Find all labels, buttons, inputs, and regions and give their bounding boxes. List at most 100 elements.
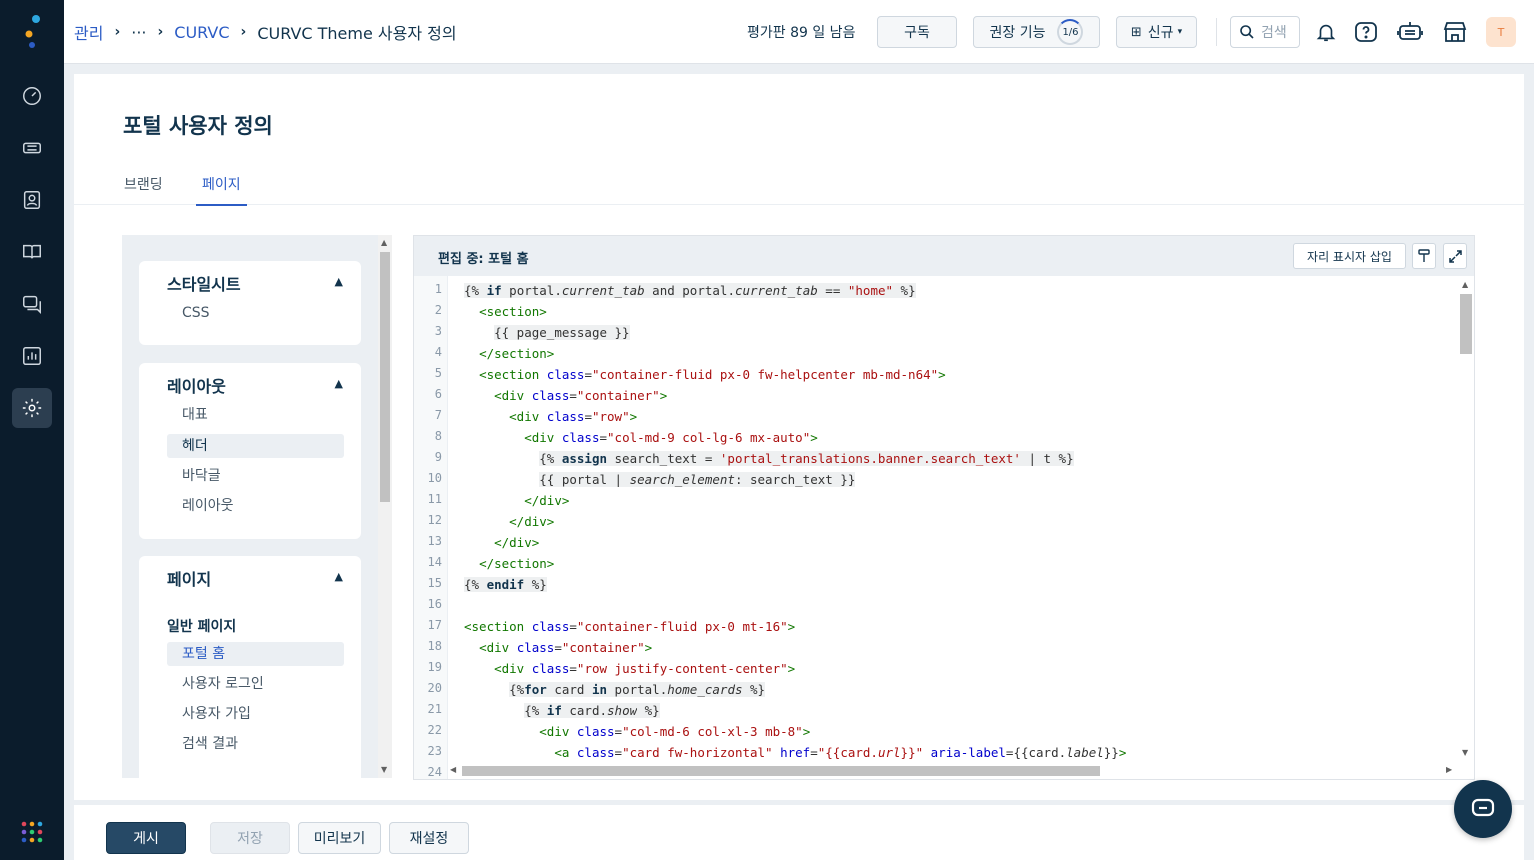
scrollbar-thumb[interactable] — [462, 766, 1100, 776]
code-token: card. — [561, 703, 608, 718]
tree-item-main[interactable]: 대표 — [167, 403, 344, 427]
scroll-right-arrow-icon[interactable]: ▶ — [1446, 765, 1452, 774]
marketplace-store-icon[interactable] — [1441, 18, 1469, 46]
recommended-features-button[interactable]: 권장 기능 1/6 — [973, 16, 1100, 48]
page-tree-panel: 스타일시트 ▲ CSS 레이아웃 ▲ 대표 헤더 바닥글 레이아웃 페이지 ▲ … — [122, 235, 392, 778]
avatar[interactable]: T — [1486, 17, 1516, 47]
code-token: "container-fluid px-0 fw-helpcenter mb-m… — [591, 367, 939, 382]
plus-square-icon: ⊞ — [1130, 24, 1142, 40]
ticket-icon[interactable] — [12, 128, 52, 168]
line-number: 16 — [427, 597, 442, 611]
code-token: <section — [479, 367, 547, 382]
setup-progress: 1/6 — [1057, 19, 1084, 45]
subscribe-button[interactable]: 구독 — [877, 16, 957, 48]
chevron-up-icon[interactable]: ▲ — [335, 275, 343, 288]
new-label: 신규 — [1147, 25, 1174, 41]
code-token: </div> — [509, 514, 555, 529]
code-token: aria-label — [930, 745, 1006, 760]
tree-item-search-results[interactable]: 검색 결과 — [167, 732, 344, 756]
code-line: </section> — [464, 553, 554, 574]
scroll-down-arrow-icon[interactable]: ▼ — [381, 765, 387, 774]
app-switcher-icon[interactable] — [20, 820, 44, 844]
breadcrumb-curvc[interactable]: CURVC — [174, 23, 229, 42]
chevron-up-icon[interactable]: ▲ — [335, 377, 343, 390]
code-line: {%for card in portal.home_cards %} — [464, 679, 766, 700]
code-token: current_tab — [734, 283, 818, 298]
pages-title[interactable]: 페이지 — [167, 566, 211, 590]
code-token: | t %} — [1020, 451, 1074, 466]
tab-bar: 브랜딩 페이지 — [74, 170, 1524, 206]
code-line: <div class="container"> — [464, 637, 652, 658]
breadcrumb-admin[interactable]: 관리 — [74, 20, 103, 44]
analytics-icon[interactable] — [12, 336, 52, 376]
scroll-up-arrow-icon[interactable]: ▲ — [381, 238, 387, 247]
code-token: > — [810, 430, 818, 445]
line-number: 18 — [427, 639, 442, 653]
tab-branding[interactable]: 브랜딩 — [124, 174, 163, 204]
tree-item-header[interactable]: 헤더 — [167, 434, 344, 458]
code-line: {{ portal | search_element: search_text … — [464, 469, 856, 490]
help-icon[interactable] — [1352, 18, 1380, 46]
scroll-down-arrow-icon[interactable]: ▼ — [1462, 748, 1468, 757]
reset-button[interactable]: 재설정 — [389, 822, 469, 854]
bot-icon[interactable] — [1396, 18, 1424, 46]
chevron-up-icon[interactable]: ▲ — [335, 570, 343, 583]
search-icon — [1240, 25, 1254, 39]
knowledge-base-icon[interactable] — [12, 232, 52, 272]
tree-item-portal-home[interactable]: 포털 홈 — [167, 642, 344, 666]
breadcrumb-ellipsis[interactable]: ··· — [131, 23, 146, 42]
stylesheet-group: 스타일시트 ▲ CSS — [139, 261, 361, 345]
scrollbar-thumb[interactable] — [1460, 294, 1472, 354]
code-token: > — [787, 619, 796, 634]
layout-title[interactable]: 레이아웃 — [167, 373, 226, 397]
code-token: = — [599, 430, 608, 445]
app-logo[interactable] — [18, 14, 46, 50]
tree-item-user-login[interactable]: 사용자 로그인 — [167, 672, 344, 696]
code-line: <section> — [464, 301, 547, 322]
editor-title: 편집 중: 포털 홈 — [438, 252, 529, 267]
expand-icon[interactable] — [1443, 243, 1467, 269]
save-button[interactable]: 저장 — [210, 822, 290, 854]
code-token: {{ portal | — [539, 472, 630, 487]
chat-widget-button[interactable] — [1454, 780, 1512, 838]
preview-button[interactable]: 미리보기 — [298, 822, 381, 854]
dashboard-icon[interactable] — [12, 76, 52, 116]
code-line: </div> — [464, 532, 539, 553]
scroll-up-arrow-icon[interactable]: ▲ — [1462, 280, 1468, 289]
forums-icon[interactable] — [12, 284, 52, 324]
tree-item-user-signup[interactable]: 사용자 가입 — [167, 702, 344, 726]
trial-days-left: 평가판 89 일 남음 — [747, 25, 856, 41]
tree-item-footer[interactable]: 바닥글 — [167, 464, 344, 488]
global-search[interactable]: 검색 — [1230, 16, 1300, 48]
scrollbar-thumb[interactable] — [380, 252, 390, 502]
publish-button[interactable]: 게시 — [106, 822, 186, 854]
notifications-bell-icon[interactable] — [1312, 18, 1340, 46]
format-paint-icon[interactable] — [1412, 243, 1436, 269]
stylesheet-title[interactable]: 스타일시트 — [167, 271, 241, 295]
contacts-icon[interactable] — [12, 180, 52, 220]
tab-pages[interactable]: 페이지 — [196, 174, 247, 206]
editor-vertical-scrollbar[interactable]: ▲ ▼ — [1460, 280, 1472, 762]
editor-horizontal-scrollbar[interactable]: ◀ ▶ — [450, 764, 1458, 778]
scroll-left-arrow-icon[interactable]: ◀ — [450, 765, 456, 774]
code-token: class — [576, 745, 615, 760]
admin-settings-icon[interactable] — [12, 388, 52, 428]
code-token: <section> — [479, 304, 547, 319]
tree-item-layout[interactable]: 레이아웃 — [167, 494, 344, 518]
code-line: <section class="container-fluid px-0 mt-… — [464, 616, 795, 637]
line-number: 12 — [427, 513, 442, 527]
insert-placeholder-button[interactable]: 자리 표시자 삽입 — [1293, 243, 1406, 269]
line-number: 21 — [427, 702, 442, 716]
tree-item-css[interactable]: CSS — [167, 301, 344, 325]
code-area[interactable]: {% if portal.current_tab and portal.curr… — [464, 276, 1454, 766]
code-token: {% — [509, 682, 525, 697]
code-line: {% if portal.current_tab and portal.curr… — [464, 280, 916, 301]
tree-scrollbar[interactable]: ▲ ▼ — [378, 235, 392, 778]
new-dropdown-button[interactable]: ⊞ 신규 ▾ — [1116, 16, 1197, 48]
code-token: %} — [524, 577, 547, 592]
code-token: class — [531, 661, 570, 676]
